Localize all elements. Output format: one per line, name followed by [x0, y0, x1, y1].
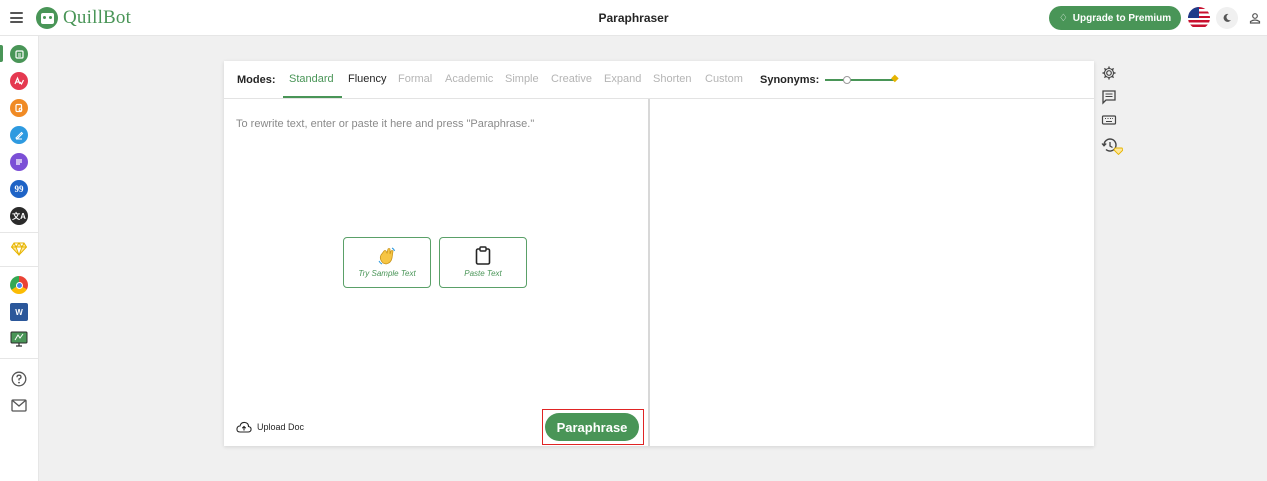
- clipboard-icon: [475, 246, 491, 265]
- mail-icon[interactable]: [10, 396, 28, 414]
- upload-doc-button[interactable]: Upload Doc: [236, 421, 304, 433]
- us-flag-icon[interactable]: [1188, 7, 1210, 29]
- slider-track: [825, 79, 895, 81]
- mode-standard[interactable]: Standard: [289, 73, 334, 85]
- panel-divider[interactable]: [648, 99, 650, 446]
- premium-diamond-icon[interactable]: [10, 240, 28, 258]
- history-icon[interactable]: [1101, 137, 1124, 156]
- moon-icon: [1223, 13, 1231, 22]
- sidebar-divider: [0, 358, 39, 359]
- paste-text-button[interactable]: Paste Text: [439, 237, 527, 288]
- modes-label: Modes:: [237, 74, 276, 86]
- plagiarism-checker-icon[interactable]: [10, 99, 28, 117]
- waving-hand-icon: [378, 247, 395, 265]
- sidebar-divider: [0, 266, 39, 267]
- summarizer-icon[interactable]: [10, 153, 28, 171]
- sidebar-divider: [0, 232, 39, 233]
- paraphrase-button[interactable]: Paraphrase: [545, 413, 639, 441]
- mode-shorten[interactable]: Shorten: [653, 73, 692, 85]
- try-sample-text-label: Try Sample Text: [358, 269, 416, 278]
- active-indicator: [0, 45, 3, 62]
- modes-bar: Modes: Standard Fluency Formal Academic …: [224, 61, 1094, 99]
- citation-generator-icon[interactable]: 99: [10, 180, 28, 198]
- mode-fluency[interactable]: Fluency: [348, 73, 387, 85]
- mode-academic[interactable]: Academic: [445, 73, 493, 85]
- user-icon: [1249, 13, 1261, 24]
- desktop-app-icon[interactable]: [10, 330, 28, 348]
- comment-feedback-icon[interactable]: [1101, 89, 1117, 105]
- upgrade-to-premium-button[interactable]: ♢ Upgrade to Premium: [1049, 6, 1181, 30]
- mode-custom[interactable]: Custom: [705, 73, 743, 85]
- paraphraser-icon[interactable]: [10, 45, 28, 63]
- paste-text-label: Paste Text: [464, 269, 502, 278]
- keyboard-shortcuts-icon[interactable]: [1101, 113, 1117, 129]
- left-sidebar: 99 文A W: [0, 36, 39, 481]
- diamond-icon: ♢: [1058, 12, 1068, 24]
- co-writer-icon[interactable]: [10, 126, 28, 144]
- dark-mode-toggle[interactable]: [1216, 7, 1238, 29]
- translator-icon[interactable]: 文A: [10, 207, 28, 225]
- active-mode-underline: [283, 96, 342, 98]
- chrome-extension-icon[interactable]: [10, 276, 28, 294]
- help-icon[interactable]: [10, 370, 28, 388]
- cloud-upload-icon: [236, 421, 252, 433]
- mode-simple[interactable]: Simple: [505, 73, 539, 85]
- upload-doc-label: Upload Doc: [257, 422, 305, 432]
- mode-formal[interactable]: Formal: [398, 73, 432, 85]
- try-sample-text-button[interactable]: Try Sample Text: [343, 237, 431, 288]
- top-bar: QuillBot Paraphraser ♢ Upgrade to Premiu…: [0, 0, 1267, 36]
- upgrade-label: Upgrade to Premium: [1072, 12, 1172, 24]
- synonyms-label: Synonyms:: [760, 74, 820, 86]
- input-placeholder[interactable]: To rewrite text, enter or paste it here …: [236, 118, 534, 130]
- account-button[interactable]: [1244, 7, 1266, 29]
- synonyms-slider[interactable]: ◆: [825, 73, 903, 87]
- mode-expand[interactable]: Expand: [604, 73, 641, 85]
- slider-knob[interactable]: [843, 76, 851, 84]
- mode-creative[interactable]: Creative: [551, 73, 592, 85]
- grammar-checker-icon[interactable]: [10, 72, 28, 90]
- word-addin-icon[interactable]: W: [10, 303, 28, 321]
- settings-gear-icon[interactable]: [1101, 65, 1117, 81]
- paraphraser-card: Modes: Standard Fluency Formal Academic …: [224, 61, 1094, 446]
- premium-diamond-icon: ◆: [891, 73, 899, 84]
